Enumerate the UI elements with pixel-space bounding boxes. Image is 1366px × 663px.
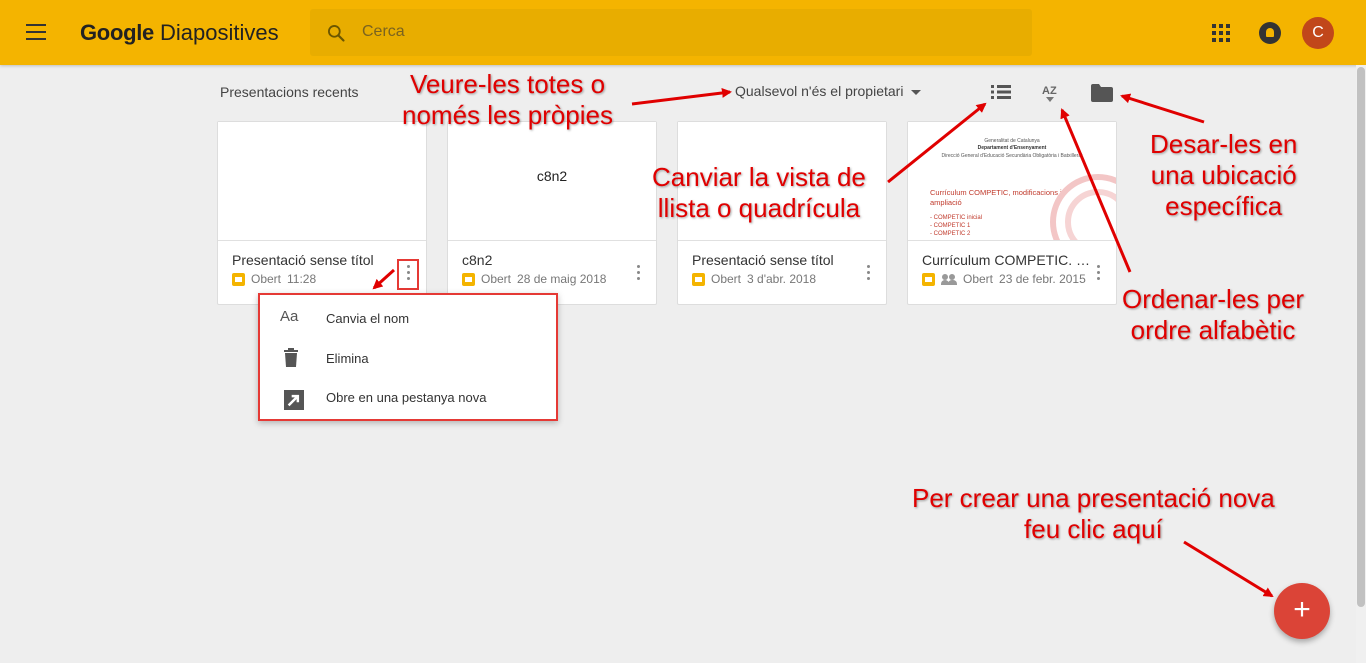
search-bar bbox=[310, 9, 1032, 56]
logo-product: Diapositives bbox=[159, 20, 279, 45]
decorative-pattern bbox=[1050, 174, 1116, 240]
text-format-icon: Aa bbox=[280, 308, 299, 325]
presentation-card[interactable]: c8n2 c8n2 Obert 28 de maig 2018 bbox=[447, 121, 657, 305]
scrollbar-thumb[interactable] bbox=[1357, 67, 1365, 607]
card-meta: Obert 3 d'abr. 2018 bbox=[692, 272, 816, 286]
app-logo[interactable]: Google Diapositives bbox=[80, 20, 279, 46]
slides-file-icon bbox=[232, 272, 245, 286]
document-preview: Generalitat de Catalunya Departament d'E… bbox=[908, 122, 1116, 240]
card-meta: Obert 23 de febr. 2015 bbox=[922, 272, 1086, 286]
doc-line: Generalitat de Catalunya bbox=[984, 138, 1040, 144]
card-status: Obert bbox=[963, 272, 994, 286]
presentation-card[interactable]: Generalitat de Catalunya Departament d'E… bbox=[907, 121, 1117, 305]
sort-az-label: AZ bbox=[1042, 85, 1057, 97]
menu-item-label: Canvia el nom bbox=[326, 311, 410, 326]
owner-filter-label: Qualsevol n'és el propietari bbox=[735, 83, 904, 99]
hamburger-menu-icon[interactable] bbox=[26, 24, 46, 40]
search-icon[interactable] bbox=[326, 23, 346, 43]
arrow-owner bbox=[631, 88, 732, 106]
thumbnail-text: c8n2 bbox=[536, 168, 568, 184]
trash-icon bbox=[284, 348, 298, 367]
annotation-line: només les pròpies bbox=[402, 100, 613, 130]
menu-item-label: Obre en una pestanya nova bbox=[326, 390, 487, 405]
annotation-view-toggle: Canviar la vista de llista o quadrícula bbox=[652, 162, 866, 224]
arrow-folder bbox=[1120, 93, 1205, 124]
sort-az-icon[interactable]: AZ bbox=[1040, 82, 1060, 104]
highlight-box bbox=[397, 259, 419, 290]
app-header: Google Diapositives C bbox=[0, 0, 1366, 65]
card-meta: Obert 28 de maig 2018 bbox=[462, 272, 606, 286]
annotation-line: llista o quadrícula bbox=[657, 193, 861, 223]
doc-bullet: - COMPETIC 2 bbox=[930, 231, 971, 237]
caret-down-icon bbox=[911, 89, 922, 95]
annotation-create: Per crear una presentació nova feu clic … bbox=[912, 483, 1275, 545]
create-presentation-button[interactable]: + bbox=[1274, 583, 1330, 639]
more-options-icon[interactable] bbox=[1095, 265, 1101, 283]
doc-bullet: - COMPETIC inicial bbox=[930, 215, 983, 221]
card-title: Currículum COMPETIC. M... bbox=[922, 252, 1097, 268]
card-status: Obert bbox=[481, 272, 512, 286]
annotation-line: feu clic aquí bbox=[1024, 514, 1163, 544]
card-title: Presentació sense títol bbox=[692, 252, 834, 268]
card-date: 28 de maig 2018 bbox=[517, 272, 607, 286]
doc-bullet: - COMPETIC 1 bbox=[930, 223, 971, 229]
vertical-scrollbar[interactable] bbox=[1356, 65, 1366, 663]
doc-line: Direcció General d'Educació Secundària O… bbox=[941, 153, 1083, 159]
presentation-card[interactable]: Presentació sense títol Obert 11:28 bbox=[217, 121, 427, 305]
owner-filter-dropdown[interactable]: Qualsevol n'és el propietari bbox=[735, 83, 922, 99]
annotation-line: Veure-les totes o bbox=[409, 69, 606, 99]
menu-item-open-new-tab[interactable]: Obre en una pestanya nova bbox=[260, 378, 556, 416]
more-options-icon[interactable] bbox=[865, 265, 871, 283]
slides-file-icon bbox=[462, 272, 475, 286]
recent-presentations-label: Presentacions recents bbox=[220, 84, 359, 100]
menu-item-delete[interactable]: Elimina bbox=[260, 339, 556, 377]
arrow-create bbox=[1183, 540, 1274, 598]
notifications-bell-icon[interactable] bbox=[1259, 22, 1281, 44]
card-title: c8n2 bbox=[462, 252, 493, 268]
doc-bullets: - COMPETIC inicial - COMPETIC 1 - COMPET… bbox=[930, 214, 982, 238]
search-input[interactable] bbox=[362, 19, 1002, 45]
menu-item-label: Elimina bbox=[326, 351, 369, 366]
annotation-line: una ubicació bbox=[1150, 160, 1297, 190]
annotation-line: ordre alfabètic bbox=[1130, 315, 1296, 345]
card-meta: Obert 11:28 bbox=[232, 272, 316, 286]
menu-item-rename[interactable]: Aa Canvia el nom bbox=[260, 299, 556, 337]
card-thumbnail: Generalitat de Catalunya Departament d'E… bbox=[908, 122, 1116, 241]
card-title: Presentació sense títol bbox=[232, 252, 374, 268]
card-thumbnail bbox=[218, 122, 426, 241]
annotation-folder: Desar-les en una ubicació específica bbox=[1150, 129, 1297, 222]
annotation-line: Canviar la vista de bbox=[652, 162, 866, 192]
slides-file-icon bbox=[692, 272, 705, 286]
card-status: Obert bbox=[711, 272, 742, 286]
logo-brand: Google bbox=[80, 20, 154, 45]
more-options-icon[interactable] bbox=[635, 265, 641, 283]
avatar[interactable]: C bbox=[1302, 17, 1334, 49]
folder-icon[interactable] bbox=[1090, 83, 1114, 103]
annotation-owner-filter: Veure-les totes o només les pròpies bbox=[402, 69, 613, 131]
list-view-icon[interactable] bbox=[990, 83, 1012, 101]
annotation-sort: Ordenar-les per ordre alfabètic bbox=[1122, 284, 1304, 346]
card-date: 11:28 bbox=[287, 272, 317, 286]
open-new-tab-icon bbox=[284, 390, 304, 410]
annotation-line: específica bbox=[1165, 191, 1283, 221]
card-thumbnail: c8n2 bbox=[448, 122, 656, 241]
card-date: 23 de febr. 2015 bbox=[999, 272, 1086, 286]
card-status: Obert bbox=[251, 272, 282, 286]
annotation-line: Ordenar-les per bbox=[1122, 284, 1305, 314]
doc-line: Departament d'Ensenyament bbox=[977, 145, 1047, 151]
apps-grid-icon[interactable] bbox=[1212, 24, 1230, 42]
card-context-menu: Aa Canvia el nom Elimina Obre en una pes… bbox=[258, 293, 558, 421]
shared-people-icon bbox=[941, 273, 957, 285]
annotation-line: Per crear una presentació nova bbox=[912, 483, 1275, 513]
annotation-line: Desar-les en bbox=[1150, 129, 1298, 159]
card-date: 3 d'abr. 2018 bbox=[747, 272, 817, 286]
slides-file-icon bbox=[922, 272, 935, 286]
